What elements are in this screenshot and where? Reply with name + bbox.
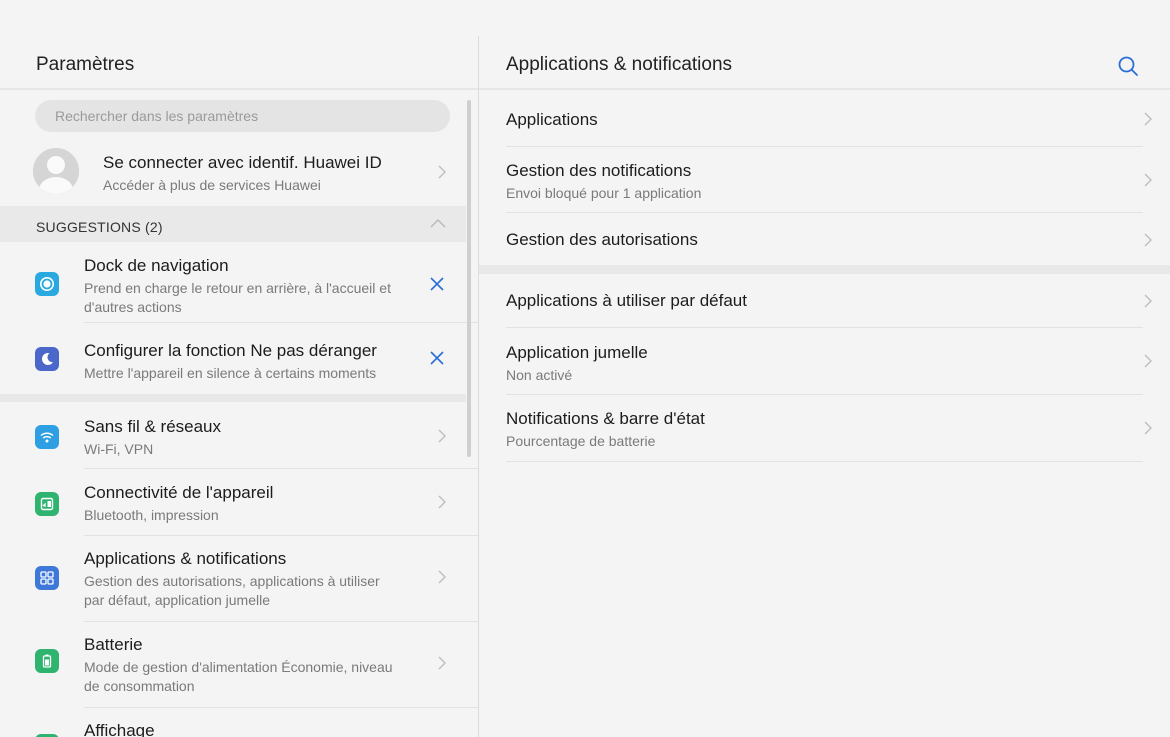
item-subtitle: Gestion des autorisations, applications … [84,573,380,589]
pane-title-apps-notifications: Applications & notifications [506,54,733,75]
apps-grid-icon [35,566,59,590]
chevron-right-icon [438,429,446,443]
suggestion-do-not-disturb[interactable]: Configurer la fonction Ne pas déranger M… [0,323,466,392]
chevron-right-icon [438,656,446,670]
item-subtitle: Wi-Fi, VPN [84,441,154,457]
settings-search-input[interactable] [53,107,450,125]
menu-item-title: Applications à utiliser par défaut [506,291,747,310]
settings-item-apps-notifications[interactable]: Applications & notifications Gestion des… [0,536,466,621]
menu-item-notification-management[interactable]: Gestion des notifications Envoi bloqué p… [479,147,1170,212]
wifi-icon [35,425,59,449]
title-divider [0,88,478,90]
suggestions-header: SUGGESTIONS (2) [0,206,466,242]
device-connectivity-icon [35,492,59,516]
suggestion-subtitle: Mettre l'appareil en silence à certains … [84,365,377,381]
avatar [33,148,79,194]
menu-item-notifications-status-bar[interactable]: Notifications & barre d'état Pourcentage… [479,395,1170,461]
item-title: Connectivité de l'appareil [84,483,274,502]
chevron-right-icon [438,570,446,584]
huawei-id-login-row[interactable]: Se connecter avec identif. Huawei ID Acc… [0,140,466,204]
chevron-right-icon [1144,233,1152,247]
settings-list-pane: Paramètres Se connecter avec identif. Hu… [0,0,478,737]
suggestion-subtitle: d'autres actions [84,299,182,315]
scrollbar[interactable] [467,100,471,457]
menu-item-subtitle: Non activé [506,367,573,383]
suggestion-subtitle: Prend en charge le retour en arrière, à … [84,280,391,296]
battery-icon [35,649,59,673]
item-title: Affichage [84,721,155,737]
item-subtitle: Mode de gestion d'alimentation Économie,… [84,659,393,675]
detail-pane: Applications & notifications Application… [479,0,1170,737]
menu-item-applications[interactable]: Applications [479,90,1170,146]
menu-item-title: Notifications & barre d'état [506,409,705,428]
search-icon[interactable] [1116,54,1140,78]
menu-item-title: Applications [506,110,598,129]
section-divider [0,394,466,402]
menu-item-title: Gestion des autorisations [506,230,698,249]
item-title: Batterie [84,635,143,654]
chevron-right-icon [1144,294,1152,308]
settings-item-display[interactable]: Affichage [0,708,466,737]
menu-item-title: Application jumelle [506,343,648,362]
menu-item-permission-management[interactable]: Gestion des autorisations [479,213,1170,265]
item-title: Applications & notifications [84,549,287,568]
suggestions-label: SUGGESTIONS (2) [36,219,163,235]
menu-item-subtitle: Pourcentage de batterie [506,433,656,449]
account-title: Se connecter avec identif. Huawei ID [103,153,382,172]
menu-item-default-apps[interactable]: Applications à utiliser par défaut [479,274,1170,327]
settings-item-battery[interactable]: Batterie Mode de gestion d'alimentation … [0,622,466,707]
divider [506,461,1143,462]
section-divider [479,265,1170,274]
account-subtitle: Accéder à plus de services Huawei [103,177,321,193]
menu-item-subtitle: Envoi bloqué pour 1 application [506,185,702,201]
settings-item-device-connectivity[interactable]: Connectivité de l'appareil Bluetooth, im… [0,469,466,535]
suggestion-title: Dock de navigation [84,256,229,275]
item-title: Sans fil & réseaux [84,417,222,436]
default-avatar-icon [33,148,79,194]
suggestion-navigation-dock[interactable]: Dock de navigation Prend en charge le re… [0,242,466,322]
navigation-dock-icon [35,272,59,296]
close-icon[interactable] [428,275,446,293]
settings-item-wireless-networks[interactable]: Sans fil & réseaux Wi-Fi, VPN [0,402,466,468]
chevron-up-icon[interactable] [429,217,447,229]
menu-item-title: Gestion des notifications [506,161,692,180]
item-subtitle: Bluetooth, impression [84,507,219,523]
chevron-right-icon [1144,354,1152,368]
settings-search-bar[interactable] [35,100,450,132]
suggestion-title: Configurer la fonction Ne pas déranger [84,341,377,360]
chevron-right-icon [438,495,446,509]
menu-item-twin-app[interactable]: Application jumelle Non activé [479,328,1170,394]
item-subtitle: de consommation [84,678,195,694]
close-icon[interactable] [428,349,446,367]
chevron-right-icon [438,165,446,179]
chevron-right-icon [1144,173,1152,187]
moon-icon [35,347,59,371]
chevron-right-icon [1144,112,1152,126]
item-subtitle: par défaut, application jumelle [84,592,271,608]
chevron-right-icon [1144,421,1152,435]
pane-title-settings: Paramètres [36,54,135,75]
